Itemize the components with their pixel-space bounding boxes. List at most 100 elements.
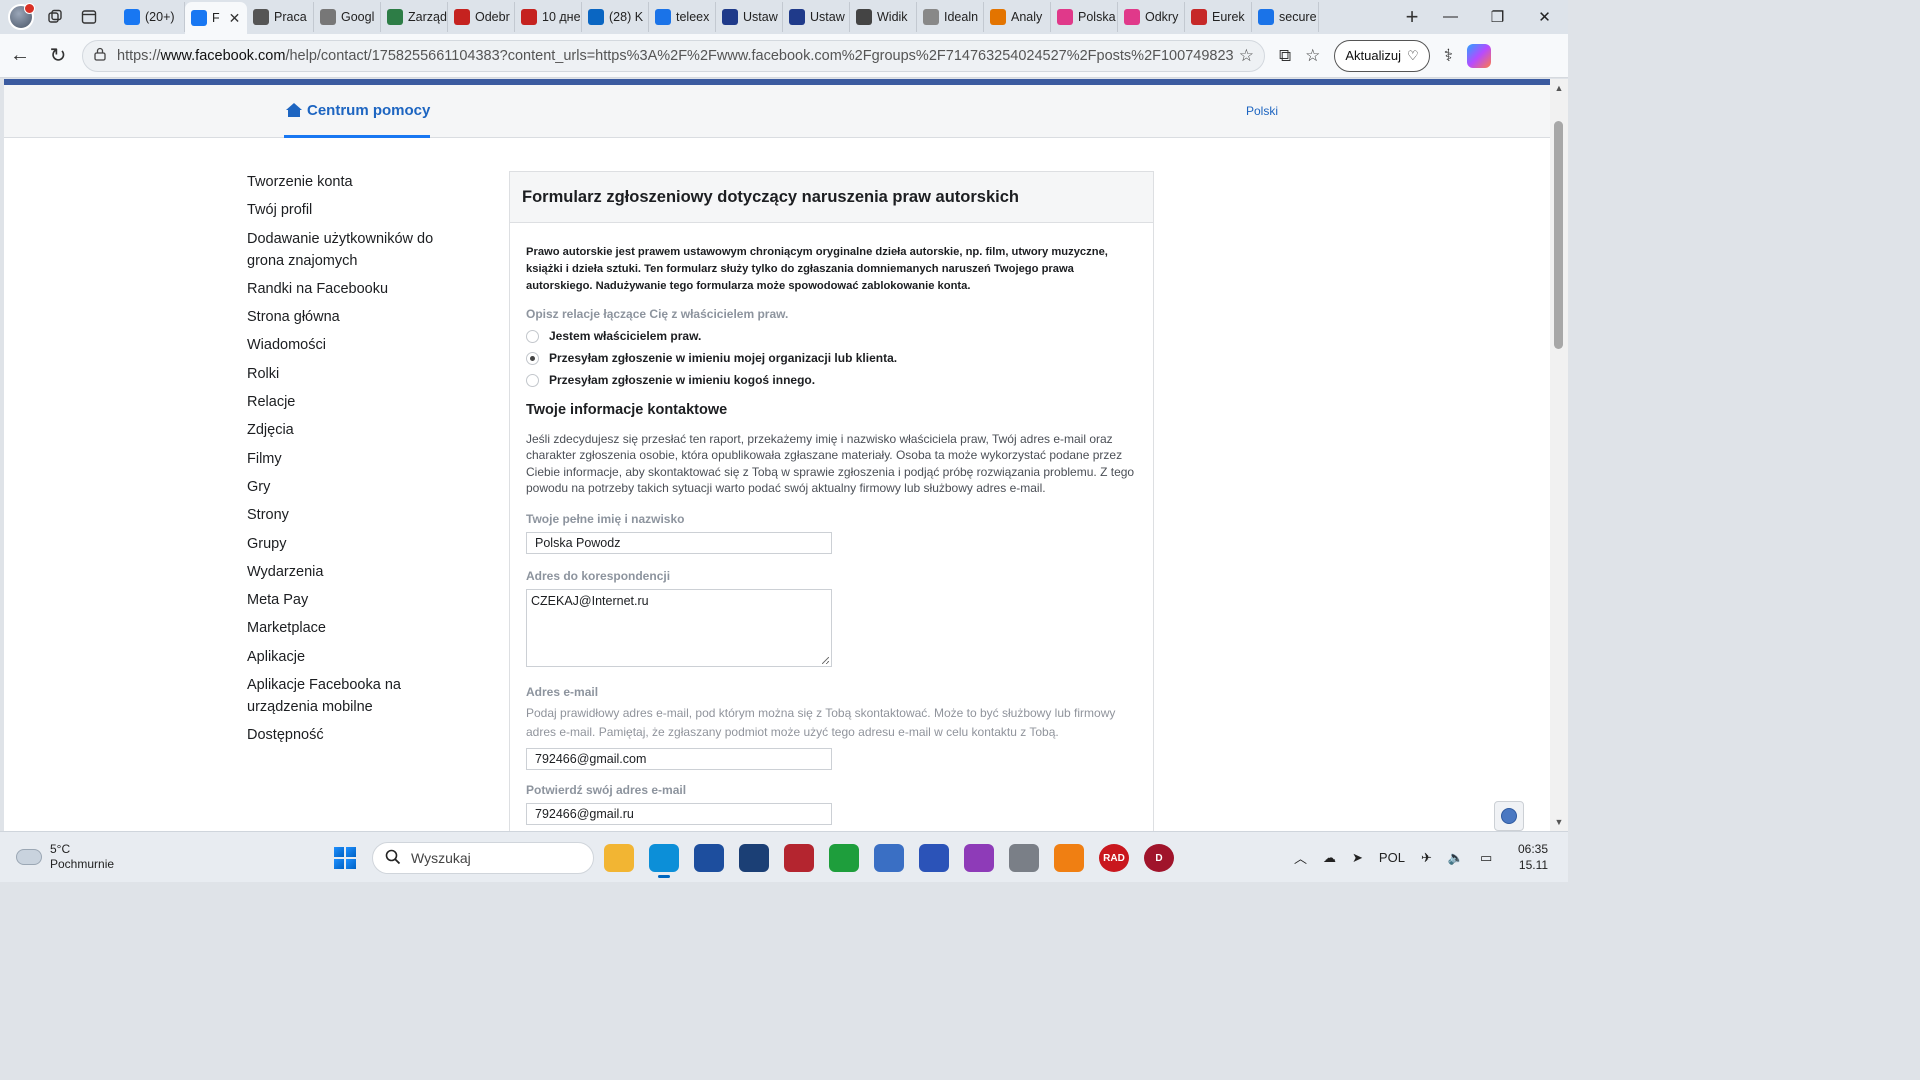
cloud-icon [16,849,42,865]
radio-button[interactable] [526,351,539,365]
clock[interactable]: 06:35 15.11 [1518,841,1548,873]
network-app-icon[interactable] [874,844,904,872]
language-link[interactable]: Polski [1246,104,1278,118]
sidebar-item[interactable]: Twój profil [247,199,467,221]
media-app-icon[interactable] [784,844,814,872]
extensions-icon[interactable]: ⧉ [1279,46,1291,66]
browser-tab[interactable]: Odebr [448,2,515,32]
airplane-icon[interactable]: ✈ [1421,850,1432,866]
browser-tab[interactable]: F ✕ [185,2,247,34]
relation-option[interactable]: Przesyłam zgłoszenie w imieniu mojej org… [526,351,1137,365]
search-icon [655,9,671,25]
browser-essentials-icon[interactable]: ⚕ [1444,46,1453,66]
back-button[interactable]: ← [2,38,38,74]
file-explorer-icon[interactable] [604,844,634,872]
rad-icon[interactable]: RAD [1099,844,1129,872]
browser-tab[interactable]: Ustaw [783,2,850,32]
sidebar-item[interactable]: Randki na Facebooku [247,278,467,300]
page-scrollbar[interactable]: ▲ ▼ [1550,79,1568,831]
radio-button[interactable] [526,329,539,343]
browser-tab[interactable]: Odkry [1118,2,1185,32]
sidebar-item[interactable]: Strony [247,504,467,526]
copilot-icon[interactable] [1466,43,1491,68]
sidebar-item[interactable]: Zdjęcia [247,419,467,441]
browser-tab[interactable]: Widik [850,2,917,32]
minimize-button[interactable]: — [1427,8,1474,26]
store-icon[interactable] [694,844,724,872]
email-input[interactable]: 792466@gmail.com [526,747,832,770]
browser-tab[interactable]: teleex [649,2,716,32]
restore-button[interactable]: ❐ [1474,8,1521,26]
browser-tab[interactable]: (20+) [118,2,185,32]
sidebar-item[interactable]: Marketplace [247,617,467,639]
new-tab-button[interactable]: + [1397,4,1427,30]
start-button[interactable] [334,847,356,869]
address-bar[interactable]: https://www.facebook.com/help/contact/17… [82,39,1265,72]
browser-tab[interactable]: Analy [984,2,1051,32]
chevron-up-icon[interactable]: ︿ [1294,848,1307,867]
relation-option[interactable]: Jestem właścicielem praw. [526,329,1137,343]
sidebar-item[interactable]: Aplikacje Facebooka na urządzenia mobiln… [247,674,467,718]
edge-icon[interactable] [649,844,679,878]
sidebar-item[interactable]: Meta Pay [247,589,467,611]
sidebar-item[interactable]: Dostępność [247,724,467,746]
podcast-icon[interactable] [964,844,994,872]
browser-tab[interactable]: Polska [1051,2,1118,32]
taskbar-search[interactable]: Wyszukaj [372,842,594,874]
volume-icon[interactable]: 🔈 [1448,850,1464,866]
update-button[interactable]: Aktualizuj ♡ [1334,39,1430,72]
scroll-up-arrow-icon[interactable]: ▲ [1550,79,1568,97]
form-title: Formularz zgłoszeniowy dotyczący narusze… [510,172,1153,223]
browser-tab[interactable]: secure [1252,2,1319,32]
browser-tab[interactable]: Praca [247,2,314,32]
language-globe-button[interactable] [1494,801,1524,831]
browser-tab[interactable]: 10 дне [515,2,582,32]
sidebar-item[interactable]: Rolki [247,363,467,385]
sidebar-item[interactable]: Grupy [247,533,467,555]
vlc-icon[interactable] [1054,844,1084,872]
relation-option[interactable]: Przesyłam zgłoszenie w imieniu kogoś inn… [526,373,1137,387]
save-app-icon[interactable] [919,844,949,872]
address-textarea[interactable]: CZEKAJ@Internet.ru [526,588,832,667]
browser-tab[interactable]: Eurek [1185,2,1252,32]
browser-tab[interactable]: Idealn [917,2,984,32]
browser-tab[interactable]: (28) K [582,2,649,32]
virtualbox-icon[interactable] [739,844,769,872]
workspaces-icon[interactable] [40,3,70,31]
sidebar-item[interactable]: Dodawanie użytkowników do grona znajomyc… [247,228,467,272]
radio-button[interactable] [526,373,539,387]
favorites-icon[interactable]: ☆ [1305,46,1320,66]
d-app-icon[interactable]: D [1144,844,1174,872]
profile-button[interactable] [6,3,36,31]
scroll-thumb[interactable] [1554,121,1563,349]
full-name-input[interactable]: Polska Powodz [526,531,832,554]
help-center-tab[interactable]: Centrum pomocy [284,85,431,138]
reload-button[interactable]: ↻ [40,38,76,74]
xbox-icon[interactable] [829,844,859,872]
vertical-tabs-icon[interactable] [74,3,104,31]
site-info-icon[interactable] [93,47,109,64]
sidebar-item[interactable]: Gry [247,476,467,498]
browser-tab[interactable]: Zarząd [381,2,448,32]
sidebar-item[interactable]: Aplikacje [247,646,467,668]
location-icon[interactable]: ➤ [1352,850,1363,866]
sidebar-item[interactable]: Relacje [247,391,467,413]
weather-widget[interactable]: 5°C Pochmurnie [16,842,114,872]
browser-tab[interactable]: Googl [314,2,381,32]
onedrive-icon[interactable]: ☁ [1323,850,1336,866]
sidebar-item[interactable]: Filmy [247,448,467,470]
email-confirm-input[interactable]: 792466@gmail.ru [526,802,832,825]
scroll-down-arrow-icon[interactable]: ▼ [1550,813,1568,831]
sidebar-item[interactable]: Wiadomości [247,334,467,356]
input-language[interactable]: POL [1379,850,1405,865]
disk-app-icon[interactable] [1009,844,1039,872]
sidebar-item[interactable]: Wydarzenia [247,561,467,583]
browser-tab[interactable]: Ustaw [716,2,783,32]
profile-avatar [8,3,35,30]
sidebar-item[interactable]: Tworzenie konta [247,171,467,193]
battery-icon[interactable]: ▭ [1480,850,1492,866]
close-window-button[interactable]: ✕ [1521,8,1568,26]
favorite-star-icon[interactable]: ☆ [1239,46,1254,66]
sidebar-item[interactable]: Strona główna [247,306,467,328]
close-tab-icon[interactable]: ✕ [229,10,241,27]
